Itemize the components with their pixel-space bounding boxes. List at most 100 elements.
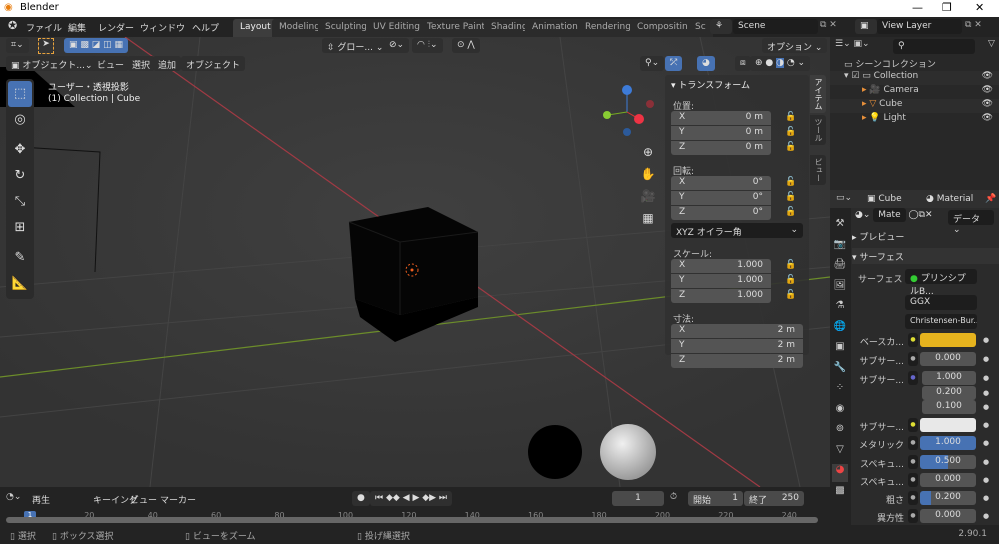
keyframe-dot-icon[interactable]: ● bbox=[983, 458, 989, 466]
keyframe-dot-icon[interactable]: ● bbox=[983, 336, 989, 344]
value-field[interactable]: 0.000 bbox=[920, 473, 976, 487]
scale-y-field[interactable]: Y 1.000 bbox=[671, 274, 771, 288]
viewport-menu[interactable]: ビュー bbox=[92, 56, 130, 71]
filter-icon[interactable]: ▽ bbox=[988, 39, 995, 49]
properties-editor-icon[interactable]: ▭⌄ bbox=[836, 193, 852, 203]
maximize-button[interactable]: ❐ bbox=[942, 1, 952, 14]
timeline-scrollbar[interactable] bbox=[6, 517, 818, 523]
location-y-field[interactable]: Y0 m bbox=[671, 126, 771, 140]
tool-transform-icon[interactable]: ⊞ bbox=[6, 215, 34, 241]
zoom-icon[interactable]: ⊕ bbox=[638, 141, 658, 163]
output-tab-icon[interactable]: 🖨 bbox=[832, 259, 848, 277]
data-tab-icon[interactable]: ▽ bbox=[832, 444, 848, 462]
timeline-menu[interactable]: マーカー bbox=[160, 493, 196, 506]
particles-tab-icon[interactable]: ⁘ bbox=[832, 382, 848, 400]
viewport-menu[interactable]: オブジェクト bbox=[181, 56, 246, 71]
outliner-search-input[interactable]: ⚲ bbox=[893, 39, 975, 54]
sidebar-tab[interactable]: ビュー bbox=[810, 155, 826, 185]
start-frame-field[interactable]: 開始 1 bbox=[688, 491, 743, 506]
rotation-mode-dropdown[interactable]: XYZ オイラー角 ⌄ bbox=[671, 223, 803, 238]
eye-icon[interactable]: 👁 bbox=[982, 113, 993, 123]
keyframe-dot-icon[interactable]: ● bbox=[983, 512, 989, 520]
new-view-layer-icon[interactable]: ⧉ ✕ bbox=[965, 20, 982, 30]
pin-icon[interactable]: 📌 bbox=[985, 194, 996, 204]
pivot-icon[interactable]: ⊘⌄ bbox=[384, 38, 410, 53]
scale-z-field[interactable]: Z 1.000 bbox=[671, 289, 771, 303]
eye-icon[interactable]: 👁 bbox=[982, 71, 993, 81]
scene-icon[interactable]: ⚘ bbox=[710, 19, 732, 34]
perspective-grid-icon[interactable]: ▦ bbox=[638, 207, 658, 229]
tool-move-icon[interactable]: ✥ bbox=[6, 137, 34, 163]
gizmo-toggle-icon[interactable]: ⤱ bbox=[665, 56, 683, 71]
workspace-tab[interactable]: Sc bbox=[688, 19, 713, 37]
dimensions-x-field[interactable]: X2 m bbox=[671, 324, 803, 338]
end-frame-field[interactable]: 終了 250 bbox=[744, 491, 804, 506]
keyframe-dot-icon[interactable]: ● bbox=[983, 494, 989, 502]
mode-dropdown[interactable]: ▣ オブジェクト...⌄ bbox=[6, 56, 98, 71]
timeline-editor-icon[interactable]: ◔⌄ bbox=[6, 492, 21, 502]
location-x-field[interactable]: X0 m bbox=[671, 111, 771, 125]
subsurface-method-dropdown[interactable]: Christensen-Bur... bbox=[905, 314, 977, 329]
outliner-item-light[interactable]: ▸ 💡 Light 👁 bbox=[830, 113, 999, 127]
lock-icon[interactable]: 🔓 bbox=[785, 275, 796, 285]
scale-x-field[interactable]: X 1.000 bbox=[671, 259, 771, 273]
outliner-collection[interactable]: ▾ ☑ ▭ Collection 👁 bbox=[830, 71, 999, 85]
socket-icon[interactable]: ● bbox=[908, 371, 918, 385]
vector-field[interactable]: 1.000 bbox=[922, 371, 976, 385]
timeline-menu[interactable]: 再生 bbox=[32, 493, 50, 506]
timeline-menu[interactable]: ビュー bbox=[130, 493, 157, 506]
distribution-dropdown[interactable]: GGX bbox=[905, 295, 977, 310]
socket-icon[interactable]: ● bbox=[908, 509, 918, 523]
viewport-menu[interactable]: 追加 bbox=[153, 56, 182, 71]
socket-icon[interactable]: ● bbox=[908, 352, 918, 366]
lock-icon[interactable]: 🔓 bbox=[785, 260, 796, 270]
keyframe-dot-icon[interactable]: ● bbox=[983, 374, 989, 382]
world-tab-icon[interactable]: 🌐 bbox=[832, 321, 848, 339]
sidebar-tab[interactable]: ツール bbox=[810, 115, 826, 145]
modifier-tab-icon[interactable]: 🔧 bbox=[832, 362, 848, 380]
overlay-toggle-icon[interactable]: ◕ bbox=[697, 56, 715, 71]
record-button[interactable]: ● bbox=[352, 491, 370, 506]
object-tab-icon[interactable]: ▣ bbox=[832, 341, 848, 359]
menu-3[interactable]: ウィンドウ bbox=[140, 21, 185, 34]
snap-icon[interactable]: ◠ ⫶⌄ bbox=[412, 38, 443, 53]
keyframe-dot-icon[interactable]: ● bbox=[983, 403, 989, 411]
socket-icon[interactable]: ● bbox=[908, 473, 918, 487]
tool-measure-icon[interactable]: 📐 bbox=[6, 271, 34, 297]
eye-icon[interactable]: 👁 bbox=[982, 99, 993, 109]
color-field[interactable] bbox=[920, 418, 976, 432]
lock-icon[interactable]: 🔓 bbox=[785, 207, 796, 217]
material-tab-icon[interactable]: ◕ bbox=[832, 464, 848, 482]
tool-annotate-icon[interactable]: ✎ bbox=[6, 245, 34, 271]
keyframe-dot-icon[interactable]: ● bbox=[983, 421, 989, 429]
socket-icon[interactable]: ● bbox=[908, 333, 918, 347]
lock-icon[interactable]: 🔓 bbox=[785, 290, 796, 300]
surface-shader-field[interactable]: ● プリンシプルB... bbox=[905, 269, 977, 297]
socket-icon[interactable]: ● bbox=[908, 455, 918, 469]
workspace-tab[interactable]: Animation bbox=[525, 19, 585, 37]
tool-cursor-icon[interactable]: ◎ bbox=[6, 107, 34, 133]
new-scene-icon[interactable]: ⧉ ✕ bbox=[820, 20, 837, 30]
playback-controls[interactable]: ⏮ ◆◆ ◀ ▶ ◆▶ ⏭ bbox=[370, 491, 453, 506]
rotation-z-field[interactable]: Z 0° bbox=[671, 206, 771, 220]
lock-icon[interactable]: 🔓 bbox=[785, 177, 796, 187]
location-z-field[interactable]: Z0 m bbox=[671, 141, 771, 155]
proportional-edit-icon[interactable]: ⊙ ⋀ bbox=[452, 38, 480, 53]
eye-icon[interactable]: 👁 bbox=[982, 85, 993, 95]
sidebar-tab[interactable]: アイテム bbox=[810, 75, 826, 113]
value-field[interactable]: 0.500 bbox=[920, 455, 976, 469]
scene-field[interactable]: Scene bbox=[733, 19, 818, 34]
vector-field[interactable]: 0.100 bbox=[922, 400, 976, 414]
data-dropdown[interactable]: データ ⌄ bbox=[948, 210, 994, 235]
physics-tab-icon[interactable]: ◉ bbox=[832, 403, 848, 421]
blender-menu-icon[interactable]: ✪ bbox=[8, 19, 17, 32]
render-tab-icon[interactable]: 📷 bbox=[832, 239, 848, 257]
rotation-x-field[interactable]: X 0° bbox=[671, 176, 771, 190]
pan-hand-icon[interactable]: ✋ bbox=[638, 163, 658, 185]
lock-icon[interactable]: 🔓 bbox=[785, 142, 796, 152]
socket-icon[interactable]: ● bbox=[908, 436, 918, 450]
tool-scale-icon[interactable]: ⤡ bbox=[6, 189, 34, 215]
workspace-tab[interactable]: Rendering bbox=[578, 19, 638, 37]
select-tool-icon[interactable]: ➤ bbox=[38, 38, 54, 54]
color-field[interactable] bbox=[920, 333, 976, 347]
